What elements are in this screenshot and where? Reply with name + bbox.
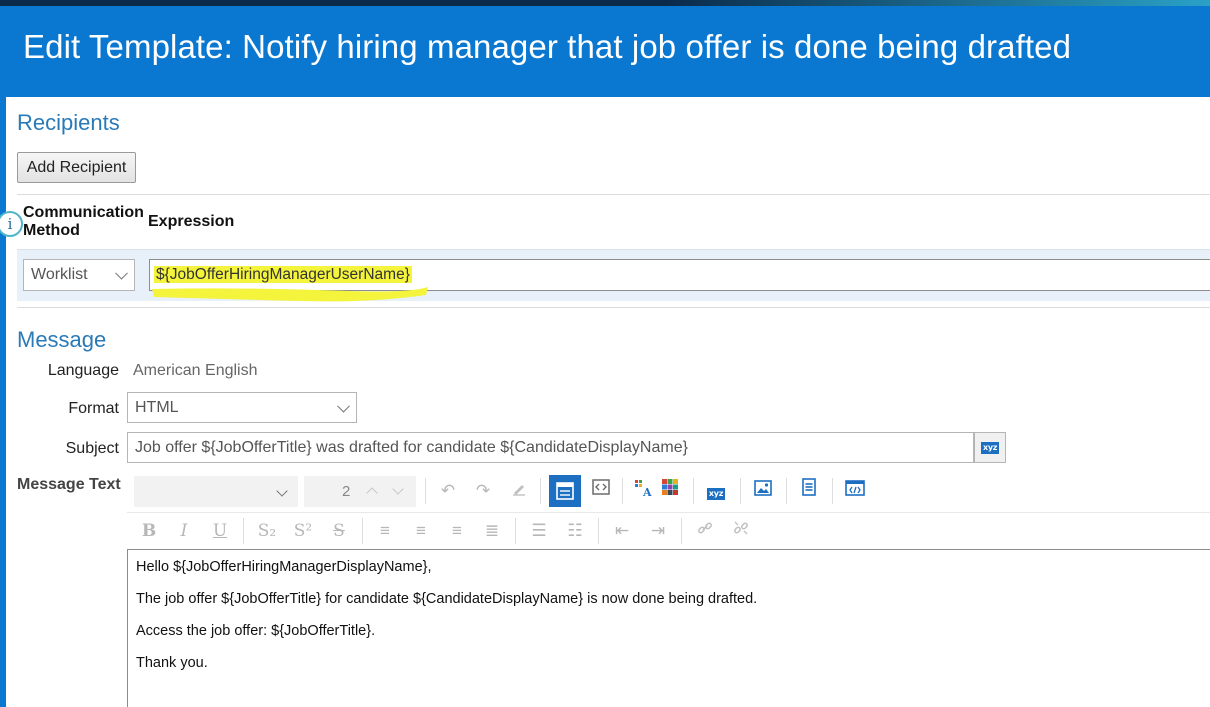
outdent-icon[interactable]: ⇤: [609, 518, 635, 544]
italic-icon[interactable]: I: [171, 518, 197, 544]
message-section-title: Message: [17, 327, 107, 352]
insert-image-icon[interactable]: [750, 478, 776, 504]
background-color-icon[interactable]: [657, 478, 683, 504]
source-mode-icon[interactable]: [588, 478, 614, 504]
font-family-select[interactable]: [134, 476, 298, 507]
message-body-line: Hello ${JobOfferHiringManagerDisplayName…: [136, 559, 432, 575]
insert-token-icon[interactable]: xyz: [703, 478, 729, 504]
chevron-down-icon: [115, 266, 128, 280]
message-text-label: Message Text: [17, 476, 121, 493]
toolbar-separator: [362, 518, 363, 544]
font-color-icon[interactable]: A: [630, 478, 656, 504]
code-icon[interactable]: [842, 478, 868, 504]
justify-icon[interactable]: ≣: [479, 518, 505, 544]
insert-token-button[interactable]: xyz: [974, 432, 1006, 463]
svg-text:A: A: [642, 486, 652, 498]
toolbar-divider: [127, 512, 1210, 513]
communication-method-select[interactable]: Worklist: [23, 259, 135, 291]
align-right-icon[interactable]: ≡: [444, 518, 470, 544]
paragraph-icon[interactable]: [796, 478, 822, 504]
toolbar-separator: [693, 478, 694, 504]
align-center-icon[interactable]: ≡: [408, 518, 434, 544]
chevron-down-icon: [392, 483, 404, 495]
message-text-editor[interactable]: Hello ${JobOfferHiringManagerDisplayName…: [127, 549, 1210, 707]
column-header-communication-method: Communication Method: [23, 204, 144, 239]
format-select[interactable]: HTML: [127, 392, 357, 423]
toolbar-separator: [622, 478, 623, 504]
subject-label: Subject: [65, 440, 119, 457]
add-recipient-button[interactable]: Add Recipient: [17, 152, 136, 183]
rich-text-mode-button[interactable]: [549, 475, 581, 507]
recipients-section-title: Recipients: [17, 110, 120, 135]
font-size-select[interactable]: 2: [304, 476, 416, 507]
toolbar-separator: [832, 478, 833, 504]
expression-value: ${JobOfferHiringManagerUserName}: [154, 266, 412, 283]
rich-text-mode-icon: [556, 482, 574, 500]
strikethrough-icon[interactable]: S: [326, 518, 352, 544]
toolbar-separator: [598, 518, 599, 544]
message-body-line: Access the job offer: ${JobOfferTitle}.: [136, 623, 376, 639]
unlink-icon[interactable]: [728, 518, 754, 544]
divider: [17, 194, 1210, 195]
bulleted-list-icon[interactable]: ☰: [526, 518, 552, 544]
insert-token-icon: xyz: [981, 442, 1000, 454]
left-accent-bar: [0, 97, 6, 707]
column-header-expression: Expression: [148, 213, 235, 230]
indent-icon[interactable]: ⇥: [645, 518, 671, 544]
toolbar-separator: [681, 518, 682, 544]
page-title: Edit Template: Notify hiring manager tha…: [23, 28, 1072, 65]
message-body-line: The job offer ${JobOfferTitle} for candi…: [136, 591, 758, 607]
divider: [17, 307, 1210, 308]
subject-input[interactable]: Job offer ${JobOfferTitle} was drafted f…: [127, 432, 974, 463]
message-body-line: Thank you.: [136, 655, 208, 671]
language-label: Language: [47, 362, 119, 379]
toolbar-separator: [740, 478, 741, 504]
chevron-down-icon: [276, 485, 288, 497]
toolbar-separator: [786, 478, 787, 504]
communication-method-value: Worklist: [31, 266, 88, 283]
toolbar-separator: [515, 518, 516, 544]
toolbar-separator: [243, 518, 244, 544]
underline-icon[interactable]: U: [207, 518, 233, 544]
format-label: Format: [68, 400, 119, 417]
chevron-down-icon: [337, 399, 350, 413]
eraser-icon[interactable]: [506, 478, 532, 504]
font-size-value: 2: [342, 483, 351, 500]
page-header: Edit Template: Notify hiring manager tha…: [0, 6, 1210, 97]
toolbar-separator: [540, 478, 541, 504]
language-value: American English: [133, 362, 258, 379]
info-icon[interactable]: i: [0, 211, 23, 237]
numbered-list-icon[interactable]: ☷: [562, 518, 588, 544]
chevron-up-icon: [366, 487, 378, 499]
toolbar-separator: [425, 478, 426, 504]
undo-icon[interactable]: ↶: [435, 478, 461, 504]
redo-icon[interactable]: ↷: [470, 478, 496, 504]
subscript-icon[interactable]: S₂: [254, 518, 280, 544]
format-value: HTML: [135, 399, 179, 416]
superscript-icon[interactable]: S²: [290, 518, 316, 544]
align-left-icon[interactable]: ≡: [372, 518, 398, 544]
link-icon[interactable]: [692, 518, 718, 544]
bold-icon[interactable]: B: [136, 518, 162, 544]
highlight-swoosh: [152, 287, 428, 302]
